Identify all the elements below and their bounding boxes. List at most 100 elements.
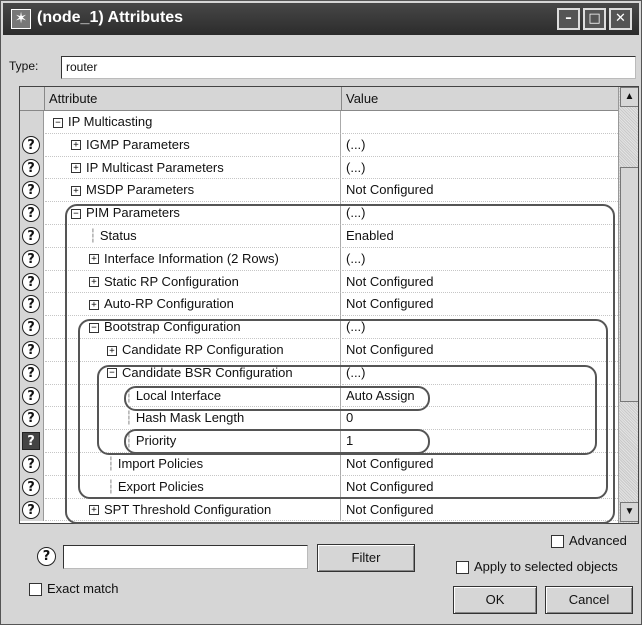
help-icon[interactable]: ? — [22, 454, 40, 473]
attribute-cell[interactable]: + Candidate RP Configuration — [45, 338, 341, 362]
help-icon[interactable]: ? — [22, 135, 40, 154]
table-row[interactable]: ? ┆ Status Enabled — [20, 224, 618, 248]
attribute-cell[interactable]: + SPT Threshold Configuration — [45, 498, 341, 522]
value-cell[interactable]: Enabled — [342, 225, 618, 248]
value-cell[interactable]: (...) — [342, 362, 618, 385]
type-field[interactable]: router — [61, 56, 636, 79]
vertical-scrollbar[interactable]: ▲ ▼ — [618, 87, 638, 523]
value-cell[interactable]: 1 — [342, 430, 618, 453]
value-cell[interactable]: (...) — [342, 248, 618, 271]
value-cell[interactable]: Auto Assign — [342, 385, 618, 408]
help-icon[interactable]: ? — [22, 295, 40, 314]
value-cell[interactable]: (...) — [342, 202, 618, 225]
value-cell[interactable]: Not Configured — [342, 339, 618, 362]
attribute-cell[interactable]: + MSDP Parameters — [45, 179, 341, 203]
help-icon[interactable]: ? — [22, 477, 40, 496]
value-cell[interactable]: (...) — [342, 157, 618, 180]
help-icon[interactable]: ? — [22, 500, 40, 519]
attribute-cell[interactable]: − Candidate BSR Configuration — [45, 361, 341, 385]
exact-match-check-icon[interactable] — [29, 583, 42, 597]
minimize-icon[interactable]: – — [557, 8, 580, 30]
attribute-column-header[interactable]: Attribute — [45, 87, 342, 111]
cancel-button[interactable]: Cancel — [545, 586, 633, 614]
value-cell[interactable]: (...) — [342, 134, 618, 157]
expand-icon[interactable]: + — [71, 140, 81, 151]
collapse-icon[interactable]: − — [53, 117, 63, 128]
attribute-cell[interactable]: + IGMP Parameters — [45, 133, 341, 157]
table-row[interactable]: ? − Candidate BSR Configuration (...) — [20, 361, 618, 385]
table-row[interactable]: ? + IP Multicast Parameters (...) — [20, 156, 618, 180]
table-row[interactable]: ? + SPT Threshold Configuration Not Configu… — [20, 498, 618, 522]
apply-selected-checkbox[interactable]: Apply to selected objects — [456, 559, 618, 575]
attribute-cell[interactable]: − IP Multicasting — [45, 111, 341, 134]
help-icon[interactable]: ? — [22, 226, 40, 245]
expand-icon[interactable]: + — [89, 277, 99, 288]
exact-match-checkbox[interactable]: Exact match — [29, 581, 119, 597]
table-row[interactable]: − IP Multicasting — [20, 111, 618, 134]
scroll-thumb[interactable] — [620, 167, 638, 402]
collapse-icon[interactable]: − — [107, 368, 117, 379]
help-icon[interactable]: ? — [22, 386, 40, 405]
table-row[interactable]: ? ┆ Local Interface Auto Assign — [20, 384, 618, 408]
attribute-cell[interactable]: ┆ Hash Mask Length — [45, 407, 341, 431]
table-row[interactable]: ? − PIM Parameters (...) — [20, 202, 618, 225]
help-icon[interactable]: ? — [22, 432, 40, 451]
attribute-cell[interactable]: − Bootstrap Configuration — [45, 316, 341, 339]
advanced-check-icon[interactable] — [551, 535, 564, 549]
table-row[interactable]: ? ┆ Import Policies Not Configured — [20, 452, 618, 476]
help-icon[interactable]: ? — [22, 318, 40, 337]
value-cell[interactable]: Not Configured — [342, 271, 618, 294]
expand-icon[interactable]: + — [71, 185, 81, 196]
help-icon[interactable]: ? — [22, 204, 40, 223]
scroll-up-icon[interactable]: ▲ — [620, 87, 638, 107]
collapse-icon[interactable]: − — [89, 322, 99, 333]
value-cell[interactable]: 0 — [342, 407, 618, 431]
expand-icon[interactable]: + — [89, 505, 99, 516]
table-row[interactable]: ? ┆ Hash Mask Length 0 — [20, 407, 618, 431]
value-cell[interactable]: Not Configured — [342, 453, 618, 476]
title-bar[interactable]: ✶ (node_1) Attributes – □ ✕ — [3, 3, 639, 35]
advanced-checkbox[interactable]: Advanced — [551, 533, 627, 549]
value-cell[interactable]: Not Configured — [342, 179, 618, 203]
help-icon[interactable]: ? — [22, 409, 40, 428]
help-icon[interactable]: ? — [37, 547, 56, 566]
expand-icon[interactable]: + — [89, 299, 99, 310]
help-icon[interactable]: ? — [22, 249, 40, 268]
value-cell[interactable]: Not Configured — [342, 293, 618, 317]
apply-selected-check-icon[interactable] — [456, 561, 469, 575]
attribute-cell[interactable]: − PIM Parameters — [45, 202, 341, 225]
ok-button[interactable]: OK — [453, 586, 537, 614]
attribute-cell[interactable]: + Interface Information (2 Rows) — [45, 247, 341, 271]
attribute-cell[interactable]: ┆ Status — [45, 224, 341, 248]
attribute-cell[interactable]: ┆ Export Policies — [45, 475, 341, 499]
filter-button[interactable]: Filter — [317, 544, 415, 572]
table-row[interactable]: ? + MSDP Parameters Not Configured — [20, 179, 618, 203]
help-icon[interactable]: ? — [22, 363, 40, 382]
attribute-cell[interactable]: ┆ Import Policies — [45, 452, 341, 476]
attribute-cell[interactable]: ┆ Local Interface — [45, 384, 341, 408]
table-row[interactable]: ? ┆ Export Policies Not Configured — [20, 475, 618, 499]
filter-input[interactable] — [63, 545, 308, 569]
table-row[interactable]: ? + Static RP Configuration Not Configured — [20, 270, 618, 294]
table-row[interactable]: ? ┆ Priority 1 — [20, 430, 618, 453]
help-icon[interactable]: ? — [22, 181, 40, 200]
value-cell[interactable]: (...) — [342, 316, 618, 339]
table-row[interactable]: ? + Candidate RP Configuration Not Configur… — [20, 338, 618, 362]
table-row[interactable]: ? − Bootstrap Configuration (...) — [20, 316, 618, 339]
table-row[interactable]: ? + IGMP Parameters (...) — [20, 133, 618, 157]
scroll-down-icon[interactable]: ▼ — [620, 502, 638, 522]
attribute-cell[interactable]: ┆ Priority — [45, 430, 341, 453]
expand-icon[interactable]: + — [89, 254, 99, 265]
table-row[interactable]: ? + Interface Information (2 Rows) (...) — [20, 247, 618, 271]
help-icon[interactable]: ? — [22, 272, 40, 291]
attribute-cell[interactable]: + Static RP Configuration — [45, 270, 341, 294]
table-row[interactable]: ? + Auto-RP Configuration Not Configured — [20, 293, 618, 317]
help-icon[interactable]: ? — [22, 158, 40, 177]
attribute-cell[interactable]: + Auto-RP Configuration — [45, 293, 341, 317]
value-cell[interactable]: Not Configured — [342, 499, 618, 522]
collapse-icon[interactable]: − — [71, 208, 81, 219]
value-column-header[interactable]: Value — [342, 87, 618, 111]
expand-icon[interactable]: + — [107, 345, 117, 356]
value-cell[interactable] — [342, 111, 618, 134]
help-icon[interactable]: ? — [22, 340, 40, 359]
